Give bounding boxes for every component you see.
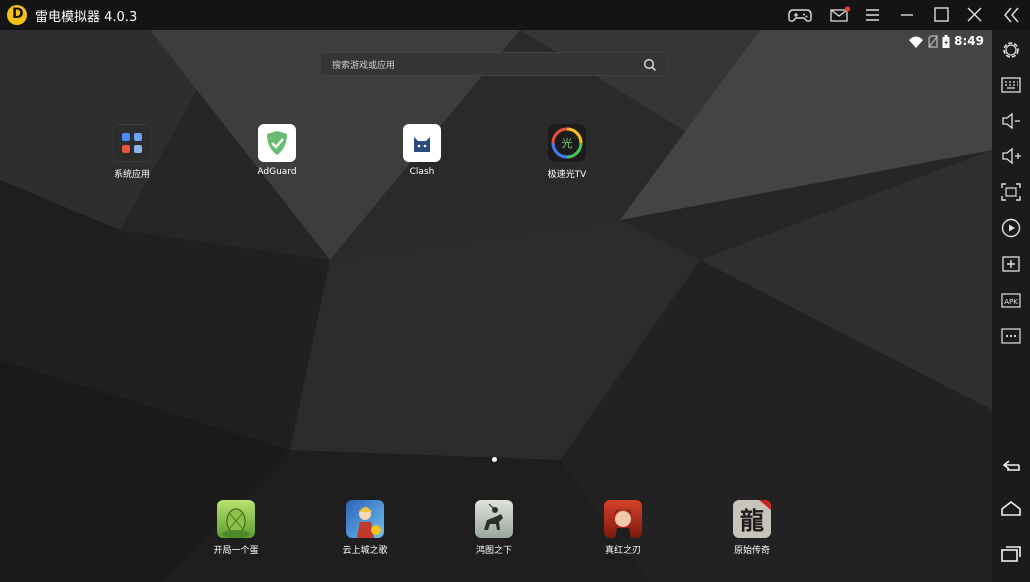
svg-text:龍: 龍 bbox=[740, 506, 764, 535]
app-label: 系统应用 bbox=[113, 170, 150, 180]
app-hongtu[interactable]: 鸿图之下 bbox=[454, 500, 534, 556]
keyboard-icon[interactable] bbox=[999, 73, 1023, 97]
volume-up-icon[interactable] bbox=[999, 144, 1023, 168]
mail-icon[interactable] bbox=[828, 4, 852, 26]
app-clash[interactable]: Clash bbox=[382, 124, 462, 177]
page-indicator bbox=[492, 457, 497, 462]
egg-game-icon bbox=[217, 500, 255, 538]
maximize-icon[interactable] bbox=[929, 4, 953, 26]
app-logo-icon bbox=[7, 5, 27, 25]
more-icon[interactable] bbox=[999, 324, 1023, 348]
apk-install-icon[interactable]: APK bbox=[999, 288, 1023, 312]
app-label: 真红之刃 bbox=[604, 546, 641, 556]
volume-down-icon[interactable] bbox=[999, 109, 1023, 133]
wifi-icon bbox=[909, 36, 923, 48]
title-bar: 雷电模拟器 4.0.3 bbox=[0, 0, 1030, 30]
settings-icon[interactable] bbox=[999, 38, 1023, 62]
window-title: 雷电模拟器 4.0.3 bbox=[35, 10, 138, 25]
app-label: 开局一个蛋 bbox=[213, 546, 259, 556]
horseman-game-icon bbox=[475, 500, 513, 538]
app-system-apps[interactable]: 系统应用 bbox=[92, 124, 172, 180]
adguard-shield-icon bbox=[258, 124, 296, 162]
red-blade-game-icon bbox=[604, 500, 642, 538]
folder-icon bbox=[113, 124, 151, 162]
cloud-city-game-icon bbox=[346, 500, 384, 538]
home-icon[interactable] bbox=[999, 497, 1023, 521]
minimize-icon[interactable] bbox=[895, 4, 919, 26]
recent-apps-icon[interactable] bbox=[999, 541, 1023, 565]
legend-game-icon: 龍 bbox=[733, 500, 771, 538]
svg-text:光: 光 bbox=[562, 136, 573, 150]
add-app-icon[interactable] bbox=[999, 252, 1023, 276]
no-sim-icon bbox=[928, 35, 938, 48]
app-red-blade[interactable]: 真红之刃 bbox=[583, 500, 663, 556]
tool-sidebar: APK bbox=[992, 30, 1030, 582]
fullscreen-icon[interactable] bbox=[999, 180, 1023, 204]
back-icon[interactable] bbox=[999, 454, 1023, 478]
app-label: 极速光TV bbox=[547, 170, 587, 180]
search-icon[interactable] bbox=[643, 58, 657, 72]
collapse-sidebar-icon[interactable] bbox=[999, 4, 1023, 26]
search-bar[interactable]: 搜索游戏或应用 bbox=[320, 52, 668, 76]
status-time: 8:49 bbox=[954, 34, 984, 48]
search-input[interactable]: 搜索游戏或应用 bbox=[332, 58, 395, 71]
screen-record-icon[interactable] bbox=[999, 216, 1023, 240]
gamepad-icon[interactable] bbox=[787, 4, 812, 26]
app-egg-game[interactable]: 开局一个蛋 bbox=[196, 500, 276, 556]
android-screen: 8:49 搜索游戏或应用 系统应用 AdGuard Clash 光 极速光TV bbox=[0, 30, 992, 582]
app-guang-tv[interactable]: 光 极速光TV bbox=[527, 124, 607, 180]
guang-tv-icon: 光 bbox=[548, 124, 586, 162]
app-label: Clash bbox=[409, 167, 435, 177]
app-label: 鸿图之下 bbox=[475, 546, 512, 556]
app-label: AdGuard bbox=[257, 167, 297, 177]
menu-icon[interactable] bbox=[861, 4, 885, 26]
close-icon[interactable] bbox=[963, 4, 987, 26]
app-label: 云上城之歌 bbox=[342, 546, 388, 556]
app-cloud-city[interactable]: 云上城之歌 bbox=[325, 500, 405, 556]
app-label: 原始传奇 bbox=[733, 546, 770, 556]
battery-icon bbox=[942, 35, 950, 48]
apk-label: APK bbox=[1004, 298, 1018, 306]
app-adguard[interactable]: AdGuard bbox=[237, 124, 317, 177]
app-yuanshi-legend[interactable]: 龍 原始传奇 bbox=[712, 500, 792, 556]
clash-cat-icon bbox=[403, 124, 441, 162]
